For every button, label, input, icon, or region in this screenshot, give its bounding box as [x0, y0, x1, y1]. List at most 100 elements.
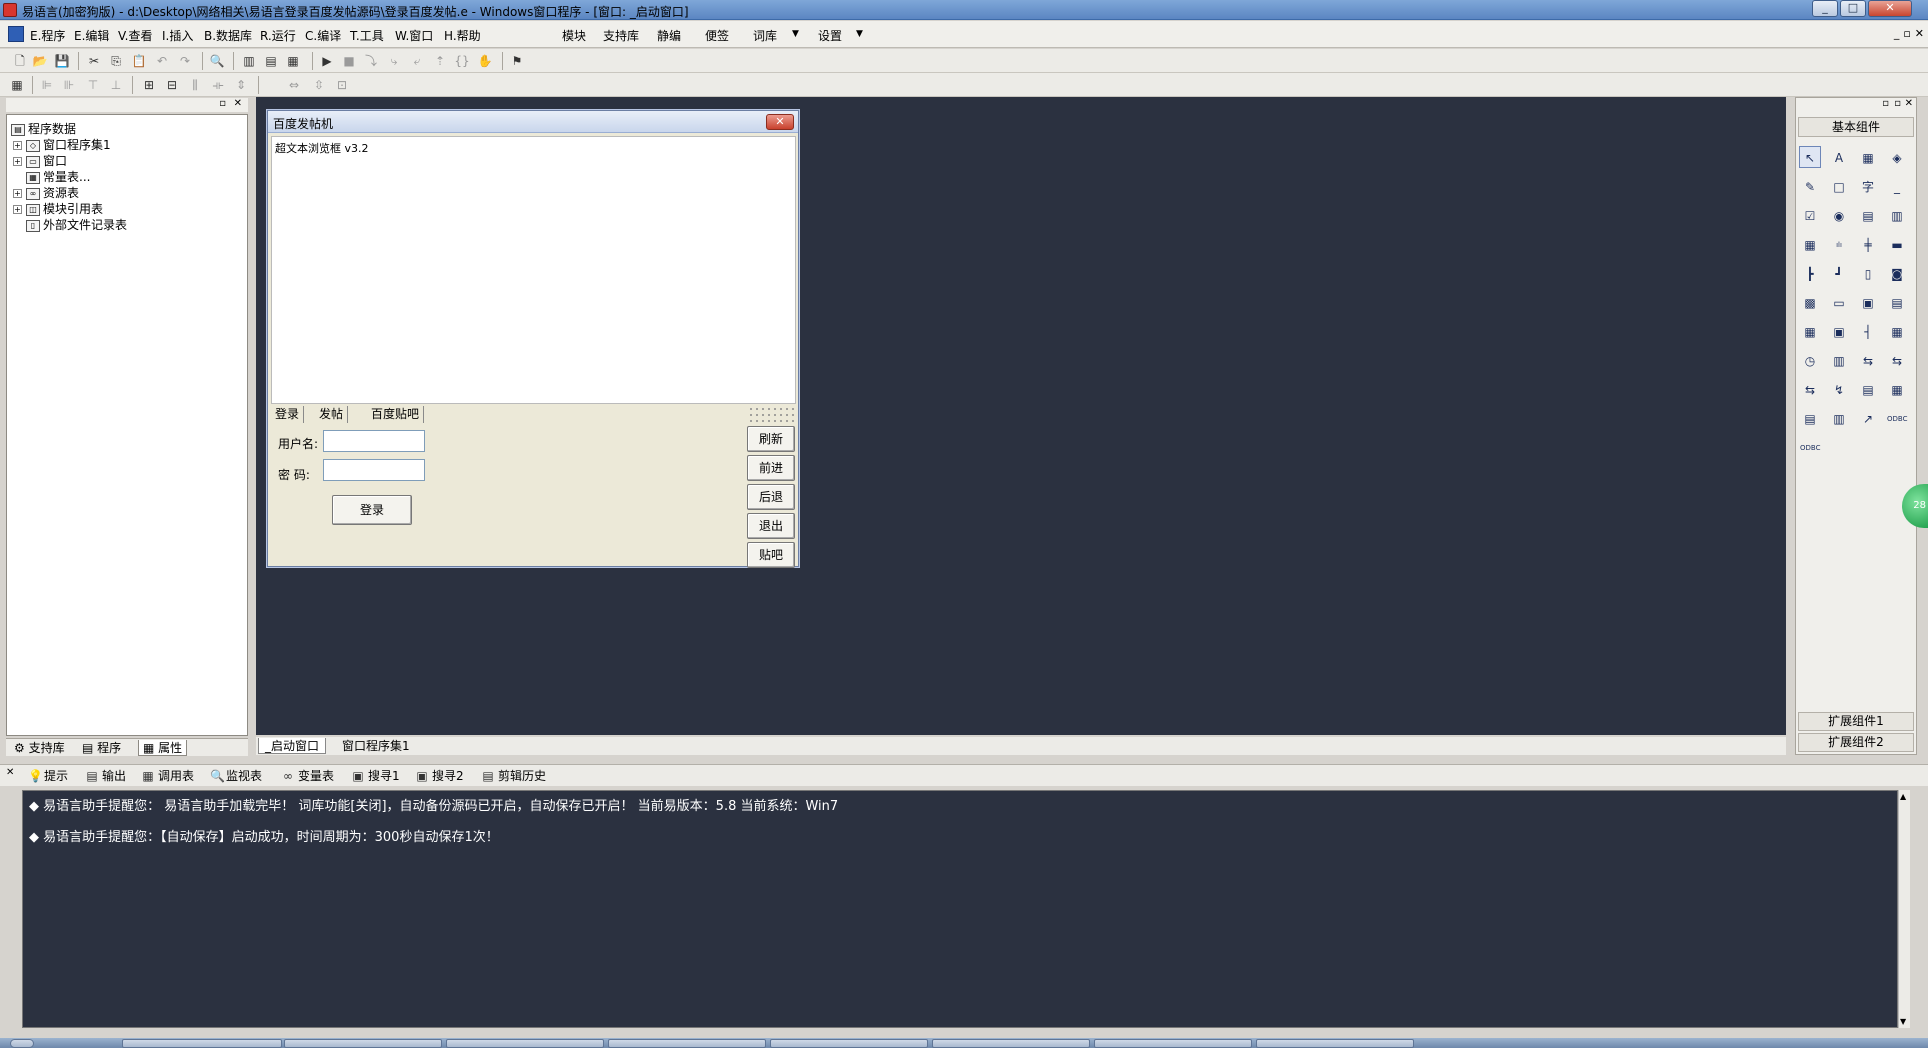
component-icon-11[interactable]: ▥	[1886, 204, 1908, 226]
step-2-icon[interactable]: ⤷	[385, 52, 403, 70]
designer-window[interactable]: 百度发帖机 ✕ 超文本浏览框 v3.2 登录 发帖 百度贴吧 用户名: 密 码:…	[267, 110, 799, 568]
tab-baidu-tieba[interactable]: 百度贴吧	[367, 406, 425, 423]
exit-button[interactable]: 退出	[747, 513, 795, 539]
open-file-icon[interactable]: 📂	[31, 52, 49, 70]
panel-close-icon[interactable]: ✕	[1905, 98, 1913, 109]
close-button[interactable]: ✕	[1868, 0, 1912, 17]
menu-compile[interactable]: C.编译	[305, 27, 341, 44]
forward-button[interactable]: 前进	[747, 455, 795, 481]
component-icon-34[interactable]: ▤	[1857, 378, 1879, 400]
minimize-button[interactable]: _	[1812, 0, 1838, 17]
extended-components-2[interactable]: 扩展组件2	[1798, 733, 1914, 752]
step-4-icon[interactable]: ⇡	[431, 52, 449, 70]
center-h-icon[interactable]: ⊞	[140, 76, 158, 94]
component-icon-23[interactable]: ▤	[1886, 291, 1908, 313]
tab-clip-history[interactable]: ▤ 剪辑历史	[482, 768, 546, 784]
menu-ciku[interactable]: 词库	[753, 27, 777, 44]
basic-components-title[interactable]: 基本组件	[1798, 117, 1914, 137]
distribute-3-icon[interactable]: ⇕	[232, 76, 250, 94]
tree-item-module-refs[interactable]: + ◫ 模块引用表	[13, 201, 103, 217]
save-icon[interactable]: 💾	[53, 52, 71, 70]
menu-module[interactable]: 模块	[562, 27, 586, 44]
maximize-button[interactable]: □	[1840, 0, 1866, 17]
component-icon-13[interactable]: ılı	[1828, 233, 1850, 255]
hand-icon[interactable]: ✋	[476, 52, 494, 70]
component-icon-30[interactable]: ⇆	[1857, 349, 1879, 371]
component-icon-3[interactable]: ◈	[1886, 146, 1908, 168]
menu-edit[interactable]: E.编辑	[74, 27, 109, 44]
menu-program[interactable]: E.程序	[30, 27, 65, 44]
tab-search1[interactable]: ▣ 搜寻1	[352, 768, 399, 784]
menu-note[interactable]: 便签	[705, 27, 729, 44]
mdi-restore-button[interactable]: ▫	[1903, 27, 1910, 40]
tree-item-program-set[interactable]: + ◇ 窗口程序集1	[13, 137, 111, 153]
tab-hint[interactable]: 💡提示	[28, 768, 68, 784]
designer-close-button[interactable]: ✕	[766, 114, 794, 130]
component-icon-31[interactable]: ⇆	[1886, 349, 1908, 371]
undo-icon[interactable]: ↶	[153, 52, 171, 70]
tab-start-window[interactable]: _启动窗口	[258, 738, 327, 754]
component-icon-35[interactable]: ▦	[1886, 378, 1908, 400]
tab-output[interactable]: ▤ 输出	[86, 768, 126, 784]
tab-login[interactable]: 登录	[271, 406, 305, 423]
same-size-icon[interactable]: ⊡	[333, 76, 351, 94]
align-left-icon[interactable]: ⊫	[38, 76, 56, 94]
align-right-icon[interactable]: ⊪	[60, 76, 78, 94]
layout-1-icon[interactable]: ▥	[240, 52, 258, 70]
component-icon-5[interactable]: □	[1828, 175, 1850, 197]
distribute-2-icon[interactable]: ⟛	[209, 76, 227, 94]
cut-icon[interactable]: ✂	[85, 52, 103, 70]
tree-root[interactable]: ▤ 程序数据	[11, 121, 76, 137]
copy-icon[interactable]: ⎘	[107, 52, 125, 70]
tab-properties[interactable]: ▦ 属性	[138, 740, 188, 756]
tieba-button[interactable]: 贴吧	[747, 542, 795, 568]
component-icon-26[interactable]: ┤	[1857, 320, 1879, 342]
taskbar-item[interactable]	[1256, 1039, 1414, 1048]
component-icon-7[interactable]: _	[1886, 175, 1908, 197]
layout-3-icon[interactable]: ▦	[284, 52, 302, 70]
output-scrollbar[interactable]: ▲ ▼	[1898, 790, 1910, 1028]
grid-icon[interactable]: ▦	[8, 76, 26, 94]
layout-2-icon[interactable]: ▤	[262, 52, 280, 70]
center-v-icon[interactable]: ⊟	[163, 76, 181, 94]
taskbar-item[interactable]	[770, 1039, 928, 1048]
taskbar-item[interactable]	[932, 1039, 1090, 1048]
tab-post[interactable]: 发帖	[315, 406, 349, 423]
panel-pin-icon[interactable]: ▫	[1894, 98, 1901, 109]
component-icon-15[interactable]: ▬	[1886, 233, 1908, 255]
mdi-minimize-button[interactable]: _	[1894, 27, 1900, 40]
step-1-icon[interactable]: ⤵	[362, 52, 380, 70]
hypertext-browser[interactable]: 超文本浏览框 v3.2	[271, 136, 796, 404]
tab-watch[interactable]: 🔍监视表	[210, 768, 262, 784]
component-icon-37[interactable]: ▥	[1828, 407, 1850, 429]
component-icon-12[interactable]: ▦	[1799, 233, 1821, 255]
tab-variables[interactable]: ∞ 变量表	[282, 768, 334, 784]
breakpoint-icon[interactable]: {}	[453, 52, 471, 70]
expand-icon[interactable]: +	[13, 189, 22, 198]
taskbar-item[interactable]	[284, 1039, 442, 1048]
helper-icon[interactable]: ⚑	[508, 52, 526, 70]
component-icon-10[interactable]: ▤	[1857, 204, 1879, 226]
component-icon-2[interactable]: ▦	[1857, 146, 1879, 168]
component-icon-40[interactable]: ODBC	[1799, 436, 1821, 458]
component-icon-19[interactable]: ◙	[1886, 262, 1908, 284]
component-icon-17[interactable]: ┛	[1828, 262, 1850, 284]
component-icon-20[interactable]: ▩	[1799, 291, 1821, 313]
panel-close-icon[interactable]: ✕	[234, 98, 242, 109]
taskbar-item[interactable]	[608, 1039, 766, 1048]
tab-program-set[interactable]: 窗口程序集1	[336, 738, 416, 754]
menu-insert[interactable]: I.插入	[162, 27, 193, 44]
menu-view[interactable]: V.查看	[118, 27, 152, 44]
tab-support-library[interactable]: ⚙ 支持库	[10, 740, 69, 756]
back-button[interactable]: 后退	[747, 484, 795, 510]
component-icon-4[interactable]: ✎	[1799, 175, 1821, 197]
component-icon-8[interactable]: ☑	[1799, 204, 1821, 226]
settings-dropdown-icon[interactable]: ▼	[856, 29, 863, 39]
component-icon-24[interactable]: ▦	[1799, 320, 1821, 342]
tree-item-window[interactable]: + ▭ 窗口	[13, 153, 67, 169]
component-icon-28[interactable]: ◷	[1799, 349, 1821, 371]
component-icon-18[interactable]: ▯	[1857, 262, 1879, 284]
align-top-icon[interactable]: ⊤	[84, 76, 102, 94]
ciku-dropdown-icon[interactable]: ▼	[792, 29, 799, 39]
password-input[interactable]	[323, 459, 425, 481]
